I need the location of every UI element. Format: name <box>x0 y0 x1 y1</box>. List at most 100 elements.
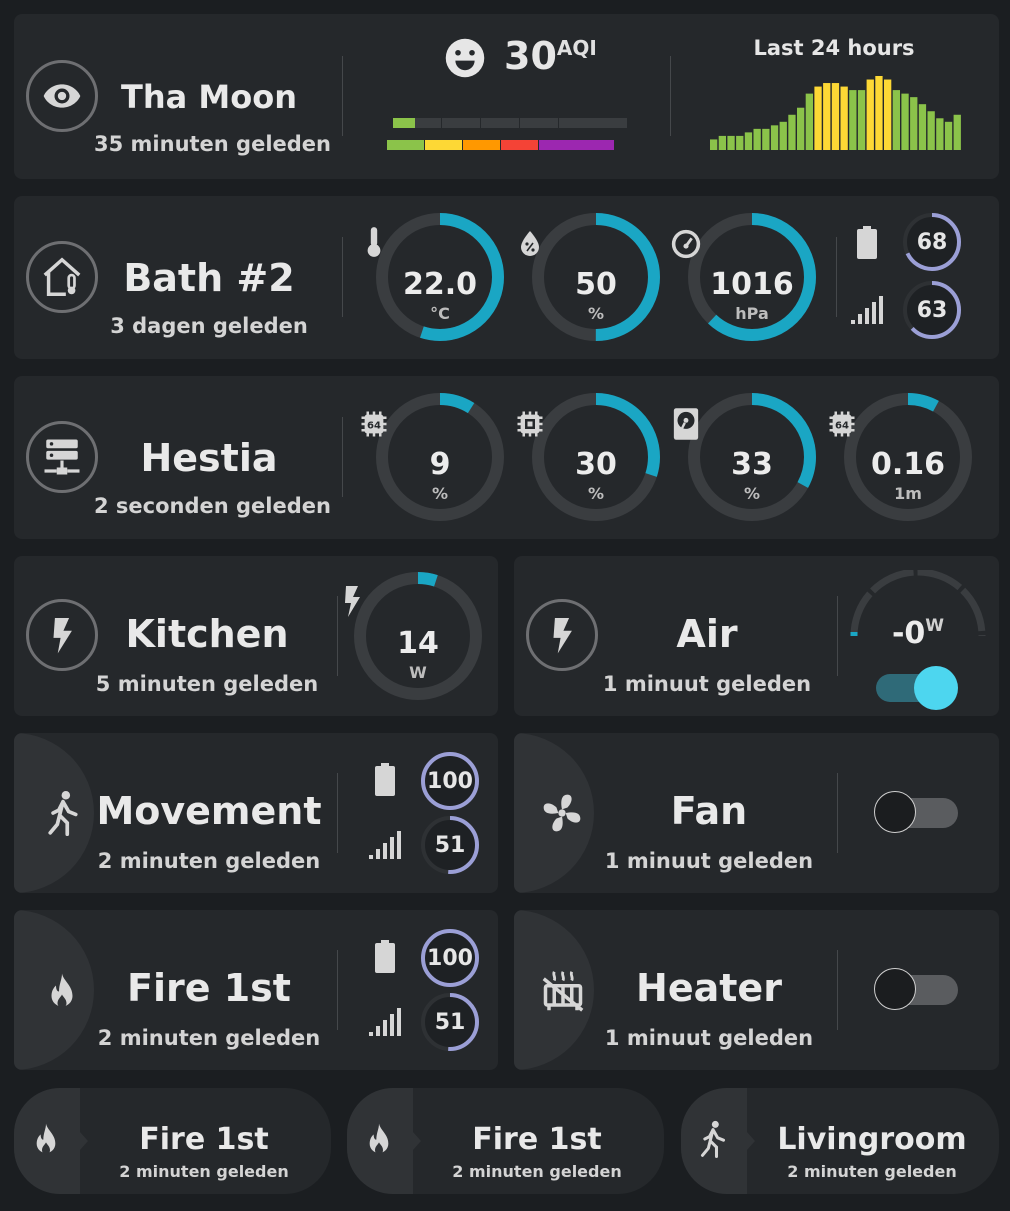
card-fan[interactable]: Fan 1 minuut geleden <box>514 733 999 893</box>
card-hestia[interactable]: Hestia 2 seconden geleden 64 9 % 30 % 33… <box>14 376 999 539</box>
walk-icon <box>48 791 78 836</box>
aqi-level-marker <box>393 118 415 128</box>
history-bar <box>936 118 944 150</box>
device-name: Tha Moon <box>121 78 297 116</box>
divider <box>837 950 838 1030</box>
toggle-knob <box>914 666 958 710</box>
history-bar <box>840 86 848 150</box>
fan-icon <box>543 794 581 832</box>
aqi-readout: 30AQI <box>504 34 597 78</box>
divider <box>342 56 343 136</box>
toggle-knob <box>874 791 916 833</box>
last-updated: 1 minuut geleden <box>604 1026 814 1050</box>
pill-fire-1[interactable]: Fire 1st 2 minuten geleden <box>14 1088 331 1194</box>
air-toggle-switch[interactable] <box>876 662 960 710</box>
pill-arrow <box>413 1132 421 1150</box>
device-name: Kitchen <box>125 612 289 656</box>
history-bar <box>944 121 953 150</box>
last-updated: 1 minuut geleden <box>602 672 812 696</box>
card-bath[interactable]: Bath #2 3 dagen geleden 22.0 °C 50 % 101… <box>14 196 999 359</box>
battery-value: 100 <box>427 768 473 794</box>
pill-fire-2[interactable]: Fire 1st 2 minuten geleden <box>347 1088 664 1194</box>
battery-level: 100 <box>420 928 480 988</box>
eye-icon <box>26 60 98 132</box>
fire-icon <box>369 1123 389 1155</box>
humidity-gauge[interactable]: 50 % <box>521 211 662 343</box>
history-bar <box>814 86 822 150</box>
history-bar <box>762 128 770 150</box>
heater-toggle-switch[interactable] <box>874 966 960 1014</box>
power-gauge[interactable]: 14 W <box>345 570 484 702</box>
last-updated: 1 minuut geleden <box>604 849 814 873</box>
history-bar <box>892 90 900 150</box>
history-bar <box>805 93 813 150</box>
memory-unit: % <box>587 484 605 503</box>
device-name: Heater <box>636 966 782 1010</box>
walk-icon <box>700 1120 726 1159</box>
card-air[interactable]: Air 1 minuut geleden -0W <box>514 556 999 716</box>
power-unit: W <box>925 616 945 636</box>
fan-toggle-switch[interactable] <box>874 789 960 837</box>
power-unit: W <box>409 663 427 682</box>
aqi-scale <box>387 118 627 150</box>
history-bar <box>927 111 935 150</box>
card-fire[interactable]: Fire 1st 2 minuten geleden 100 51 <box>14 910 498 1070</box>
history-bar <box>857 90 866 150</box>
device-name: Movement <box>96 789 322 833</box>
aqi-scale-track-segment <box>520 118 558 128</box>
disk-gauge[interactable]: 33 % <box>673 391 818 523</box>
card-tha-moon[interactable]: Tha Moon 35 minuten geleden 30AQI Last 2… <box>14 14 999 179</box>
cpu-64-bit-icon: 64 <box>361 411 387 437</box>
last-updated: 2 minuten geleden <box>452 1162 622 1181</box>
card-kitchen[interactable]: Kitchen 5 minuten geleden 14 W <box>14 556 498 716</box>
aqi-unit: AQI <box>556 36 597 60</box>
history-bar <box>823 83 831 150</box>
pill-arrow <box>80 1132 88 1150</box>
history-bar <box>953 114 961 150</box>
pressure-gauge[interactable]: 1016 hPa <box>671 211 818 343</box>
device-name: Bath #2 <box>123 256 295 300</box>
device-name: Air <box>676 612 738 656</box>
load-value: 0.16 <box>870 447 946 482</box>
load-unit: 1m <box>894 484 922 503</box>
history-bar <box>901 93 909 150</box>
gauge-icon <box>671 229 701 259</box>
pill-livingroom[interactable]: Livingroom 2 minuten geleden <box>681 1088 999 1194</box>
divider <box>837 596 838 676</box>
cpu-64-gauge[interactable]: 64 9 % <box>361 391 506 523</box>
temperature-gauge[interactable]: 22.0 °C <box>367 211 506 343</box>
divider <box>337 773 338 853</box>
load-gauge[interactable]: 64 0.16 1m <box>829 391 974 523</box>
signal-value: 63 <box>916 297 948 323</box>
server-network-icon <box>26 421 98 493</box>
battery-value: 68 <box>916 229 948 255</box>
aqi-scale-color-segment <box>463 140 500 150</box>
last-updated: 2 minuten geleden <box>97 1026 321 1050</box>
battery-icon <box>857 226 877 259</box>
last-updated: 3 dagen geleden <box>110 314 308 338</box>
divider <box>342 237 343 317</box>
aqi-history-chart <box>710 76 961 150</box>
device-name: Livingroom <box>777 1122 967 1157</box>
cpu-64-bit-icon: 64 <box>829 411 855 437</box>
cpu-unit: % <box>431 484 449 503</box>
disk-value: 33 <box>731 447 773 482</box>
history-bar <box>918 104 927 150</box>
history-bar <box>849 90 857 150</box>
card-movement[interactable]: Movement 2 minuten geleden 100 51 <box>14 733 498 893</box>
humidity-unit: % <box>587 304 605 323</box>
history-title: Last 24 hours <box>753 36 915 60</box>
history-bar <box>736 135 744 150</box>
signal-level: 51 <box>420 992 480 1052</box>
power-readout: -0W <box>878 616 958 651</box>
aqi-smile-icon <box>444 37 486 83</box>
signal-icon <box>851 296 883 324</box>
memory-gauge[interactable]: 30 % <box>517 391 662 523</box>
signal-level: 51 <box>420 815 480 875</box>
flash-icon <box>345 586 360 617</box>
fire-icon <box>51 973 73 1008</box>
chip-icon <box>517 411 543 437</box>
aqi-scale-color-segment <box>539 140 614 150</box>
card-heater[interactable]: Heater 1 minuut geleden <box>514 910 999 1070</box>
aqi-scale-color-segment <box>501 140 538 150</box>
